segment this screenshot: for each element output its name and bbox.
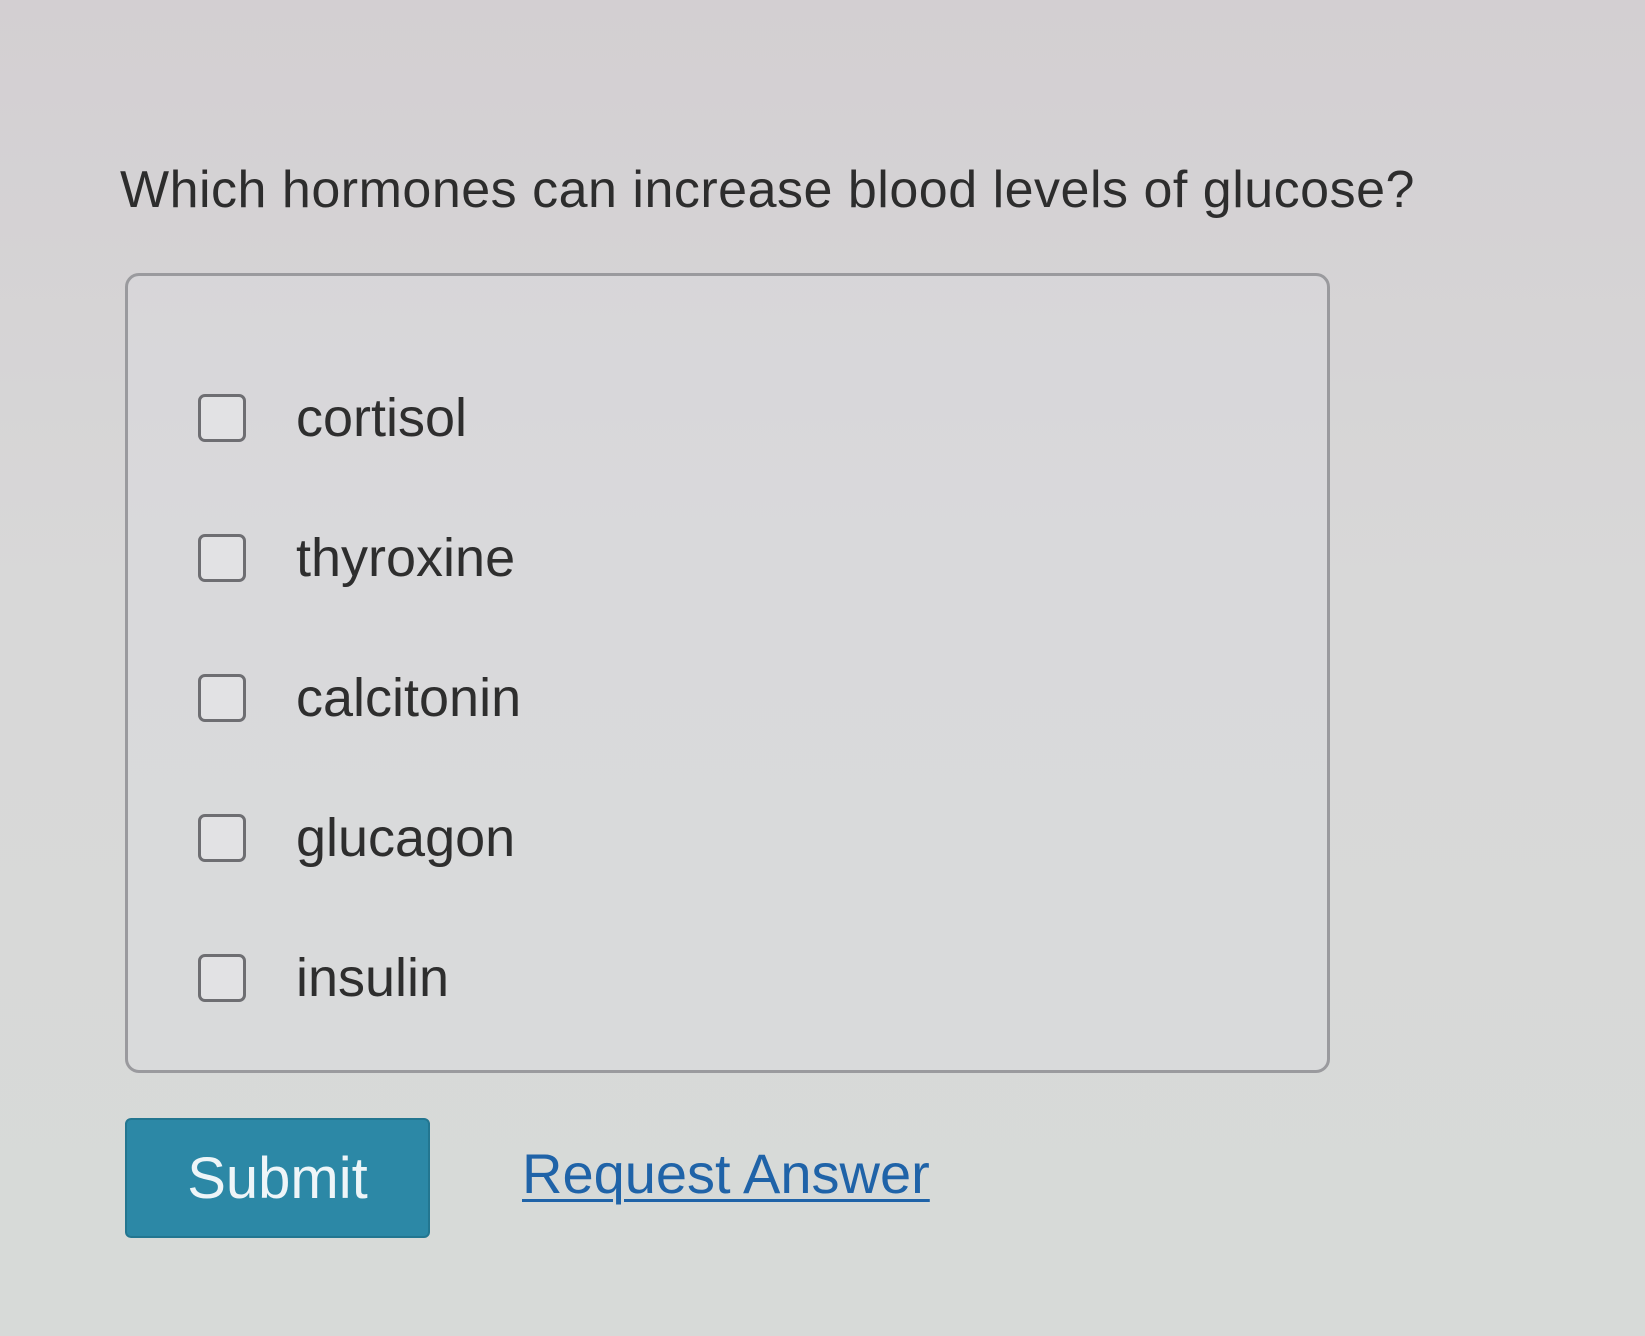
option-label-calcitonin: calcitonin [296, 668, 522, 728]
checkbox-calcitonin[interactable] [198, 674, 246, 722]
request-answer-link[interactable]: Request Answer [522, 1142, 930, 1206]
option-thyroxine[interactable]: thyroxine [198, 488, 521, 628]
option-label-glucagon: glucagon [296, 808, 516, 868]
checkbox-insulin[interactable] [198, 954, 246, 1002]
option-calcitonin[interactable]: calcitonin [198, 628, 521, 768]
question-text: Which hormones can increase blood levels… [120, 161, 1415, 219]
checkbox-thyroxine[interactable] [198, 534, 246, 582]
option-label-cortisol: cortisol [296, 388, 468, 448]
checkbox-cortisol[interactable] [198, 394, 246, 442]
option-label-thyroxine: thyroxine [296, 528, 516, 588]
answer-options-list: cortisol thyroxine calcitonin glucagon i… [198, 348, 521, 1048]
option-cortisol[interactable]: cortisol [198, 348, 521, 488]
checkbox-glucagon[interactable] [198, 814, 246, 862]
option-glucagon[interactable]: glucagon [198, 768, 521, 908]
option-insulin[interactable]: insulin [198, 908, 521, 1048]
option-label-insulin: insulin [296, 948, 450, 1008]
answer-options-box: cortisol thyroxine calcitonin glucagon i… [125, 273, 1330, 1073]
submit-button[interactable]: Submit [125, 1118, 430, 1238]
